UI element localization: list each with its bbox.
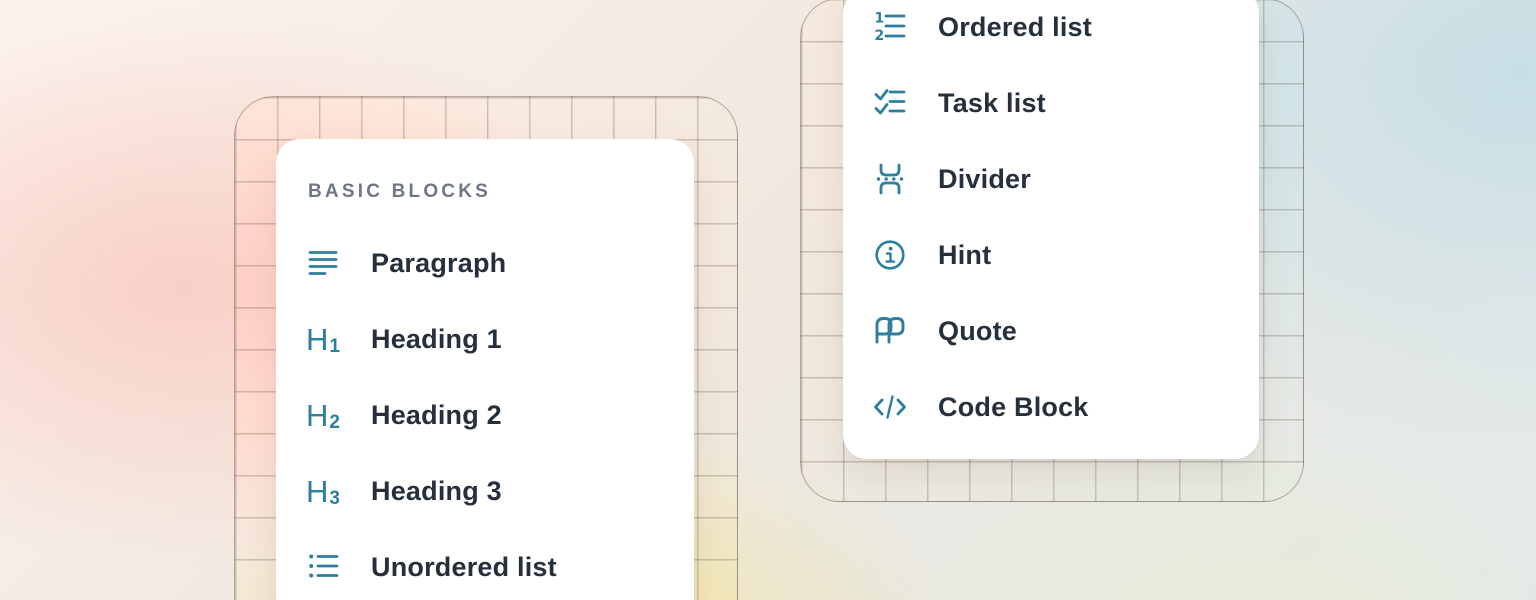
menu-item-label: Divider bbox=[938, 164, 1031, 195]
menu-item-label: Paragraph bbox=[371, 248, 506, 279]
menu-item-task-list[interactable]: Task list bbox=[843, 65, 1259, 141]
menu-item-label: Task list bbox=[938, 88, 1046, 119]
menu-item-heading-3[interactable]: H3 Heading 3 bbox=[276, 453, 694, 529]
basic-blocks-menu: BASIC BLOCKS Paragraph H1 Heading 1 H2 Headi… bbox=[276, 139, 694, 600]
menu-items-right: 12 Ordered list Task list Divider Hint Quote C… bbox=[843, 0, 1259, 445]
menu-item-code-block[interactable]: Code Block bbox=[843, 369, 1259, 445]
menu-item-label: Heading 3 bbox=[371, 476, 502, 507]
menu-item-ordered-list[interactable]: 12 Ordered list bbox=[843, 0, 1259, 65]
code-block-icon bbox=[873, 390, 907, 424]
menu-item-label: Ordered list bbox=[938, 12, 1092, 43]
menu-item-quote[interactable]: Quote bbox=[843, 293, 1259, 369]
menu-item-heading-1[interactable]: H1 Heading 1 bbox=[276, 301, 694, 377]
menu-item-label: Hint bbox=[938, 240, 991, 271]
unordered-list-icon bbox=[306, 550, 340, 584]
task-list-icon bbox=[873, 86, 907, 120]
heading-2-icon: H2 bbox=[306, 398, 340, 432]
menu-item-label: Heading 1 bbox=[371, 324, 502, 355]
menu-section-header: BASIC BLOCKS bbox=[308, 179, 662, 205]
ordered-list-icon: 12 bbox=[873, 10, 907, 44]
heading-3-icon: H3 bbox=[306, 474, 340, 508]
menu-item-divider[interactable]: Divider bbox=[843, 141, 1259, 217]
menu-item-label: Unordered list bbox=[371, 552, 557, 583]
menu-item-label: Heading 2 bbox=[371, 400, 502, 431]
svg-text:1: 1 bbox=[875, 11, 885, 27]
menu-item-heading-2[interactable]: H2 Heading 2 bbox=[276, 377, 694, 453]
svg-text:2: 2 bbox=[875, 28, 885, 44]
hero-illustration: BASIC BLOCKS Paragraph H1 Heading 1 H2 Headi… bbox=[0, 0, 1536, 600]
heading-1-icon: H1 bbox=[306, 322, 340, 356]
hint-icon bbox=[873, 238, 907, 272]
menu-item-label: Quote bbox=[938, 316, 1017, 347]
advanced-blocks-menu: 12 Ordered list Task list Divider Hint Quote C… bbox=[843, 0, 1259, 459]
quote-icon bbox=[873, 314, 907, 348]
paragraph-icon bbox=[306, 246, 340, 280]
menu-items-left: Paragraph H1 Heading 1 H2 Heading 2 H3 Heading… bbox=[276, 225, 694, 600]
menu-item-unordered-list[interactable]: Unordered list bbox=[276, 529, 694, 600]
divider-icon bbox=[873, 162, 907, 196]
menu-item-label: Code Block bbox=[938, 392, 1089, 423]
menu-item-hint[interactable]: Hint bbox=[843, 217, 1259, 293]
menu-item-paragraph[interactable]: Paragraph bbox=[276, 225, 694, 301]
